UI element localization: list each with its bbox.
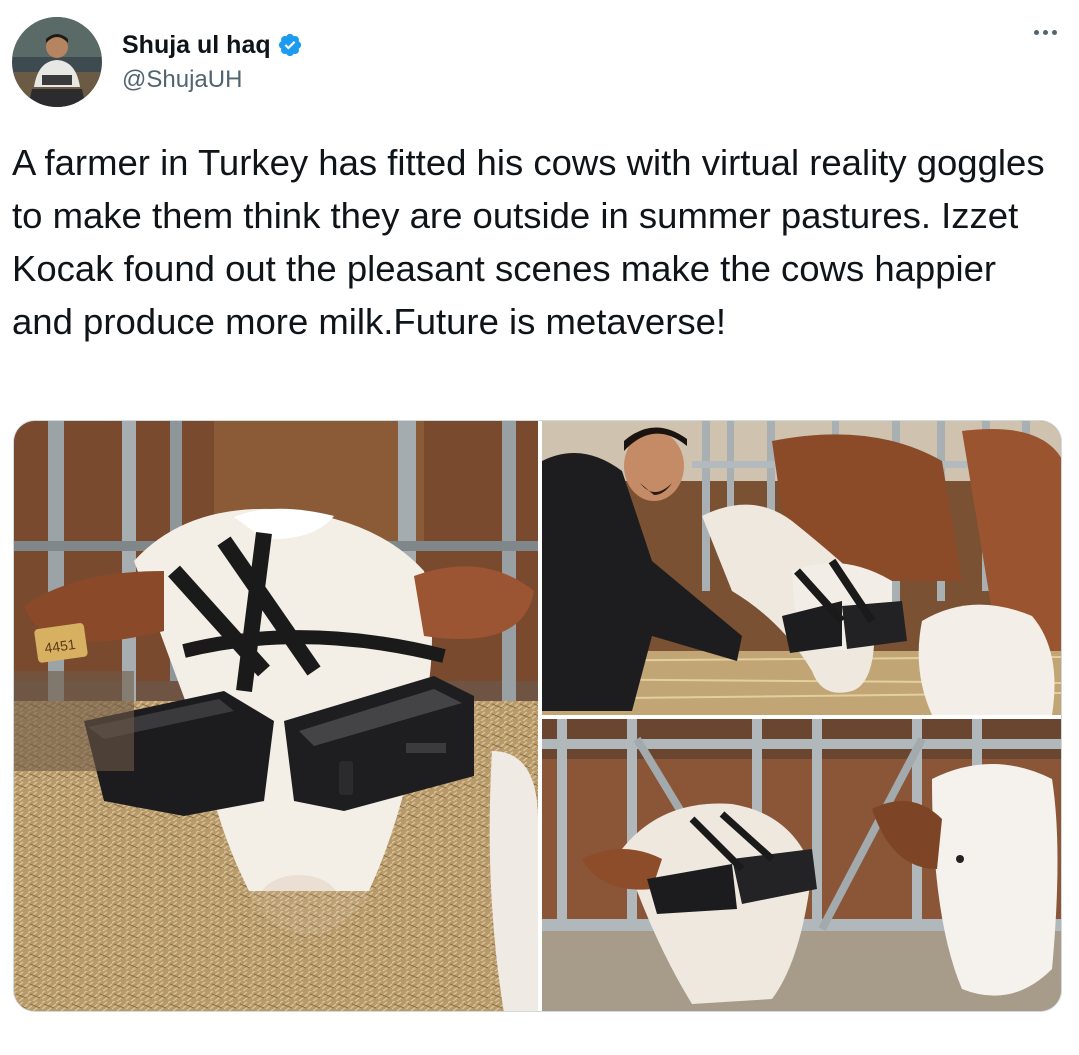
verified-badge-icon	[278, 33, 301, 57]
display-name[interactable]: Shuja ul haq	[122, 31, 271, 60]
photo-1[interactable]: 4451	[14, 421, 538, 1011]
author-info: Shuja ul haq @ShujaUH	[122, 28, 303, 94]
photo-3[interactable]	[542, 719, 1061, 1011]
tweet-text: A farmer in Turkey has fitted his cows w…	[12, 142, 1045, 342]
name-row: Shuja ul haq	[122, 28, 303, 62]
user-handle[interactable]: @ShujaUH	[122, 66, 303, 94]
tweet-card: Shuja ul haq @ShujaUH A farmer in Turkey…	[0, 0, 1079, 1055]
media-grid: 4451	[13, 420, 1062, 1012]
photo-2[interactable]	[542, 421, 1061, 715]
more-horizontal-icon	[1034, 30, 1039, 35]
more-options-button[interactable]	[1034, 30, 1057, 35]
avatar[interactable]	[12, 17, 102, 107]
